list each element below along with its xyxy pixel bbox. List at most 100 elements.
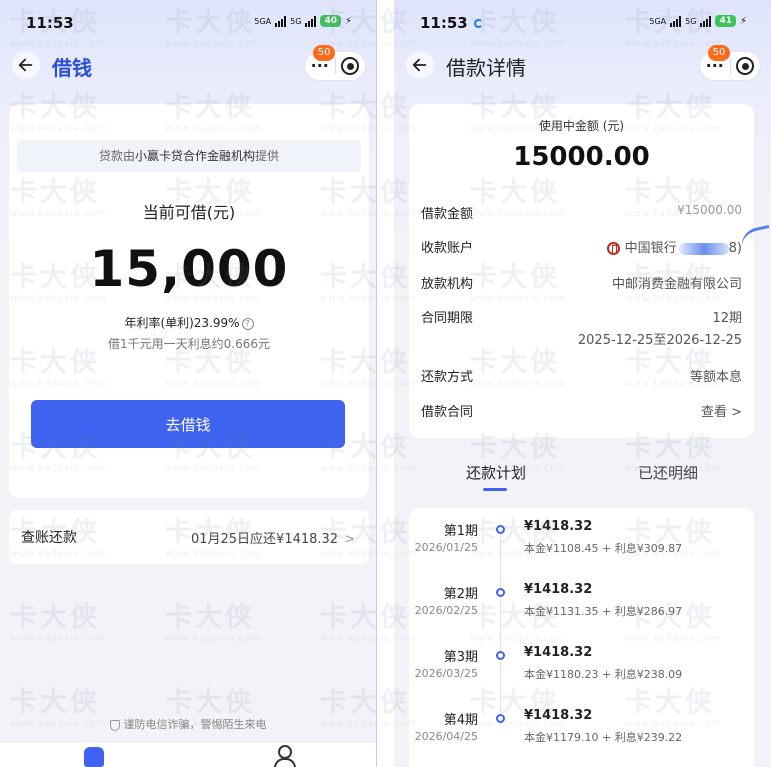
row-value: 中国银行 8) [606, 237, 742, 256]
provider-suffix: 提供 [255, 149, 280, 163]
loan-detail-screen: 11:53 5GA 5G 41 ⚡ 借款详情 ··· 50 使用中金额 (元) … [394, 0, 771, 767]
row-label: 还款方式 [421, 370, 474, 385]
plan-item: 第1期 2026/01/25 ¥1418.32 本金¥1108.45 + 利息¥… [409, 508, 754, 588]
plan-term: 第4期 [443, 713, 478, 728]
signal-icon [670, 15, 682, 27]
interest-rate: 年利率(单利)23.99%? [9, 314, 369, 331]
chevron-right-icon: > [344, 531, 355, 547]
plan-breakdown: 本金¥1180.23 + 利息¥238.09 [524, 668, 683, 681]
timeline-dot [496, 525, 505, 534]
signal-icon-2 [305, 15, 317, 27]
network-label: 5GA [254, 16, 272, 26]
status-icons: 5GA 5G 40 ⚡ [254, 15, 352, 27]
row-value: 中邮消费金融有限公司 [611, 277, 742, 292]
borrow-button[interactable]: 去借钱 [31, 400, 345, 448]
signal-icon [275, 15, 287, 27]
repayment-plan-list: 第1期 2026/01/25 ¥1418.32 本金¥1108.45 + 利息¥… [409, 508, 754, 767]
timeline-dot [496, 714, 505, 723]
network-label: 5GA [649, 16, 667, 26]
provider-note: 贷款由小赢卡贷合作金融机构提供 [17, 140, 361, 172]
plan-amount: ¥1418.32 [524, 708, 593, 723]
page-title: 借钱 [52, 56, 92, 80]
close-button[interactable] [336, 57, 366, 75]
mini-program-capsule: ··· 50 [699, 45, 761, 81]
tab-paid-details[interactable]: 已还明细 [638, 462, 698, 483]
timeline-dot [496, 651, 505, 660]
status-time-text: 11:53 [420, 14, 468, 32]
battery-icon: 41 [715, 15, 736, 27]
used-amount-label: 使用中金额 (元) [538, 119, 625, 133]
target-close-icon [341, 57, 360, 75]
network-label-2: 5G [290, 16, 302, 26]
mini-program-capsule: ··· 50 [304, 45, 366, 81]
anti-fraud-text: 谨防电信诈骗，警惕陌生来电 [123, 718, 267, 731]
plan-date: 2026/03/25 [414, 667, 478, 680]
available-amount: 15,000 [89, 240, 289, 298]
plan-term: 第1期 [443, 524, 478, 539]
charging-icon: ⚡ [344, 15, 352, 27]
rate-text: 年利率(单利)23.99% [124, 316, 240, 330]
status-time: 11:53 [420, 14, 483, 32]
loan-detail-card: 使用中金额 (元) 15000.00 借款金额 ¥15000.00 收款账户 中… [409, 104, 754, 438]
back-button[interactable] [406, 51, 434, 79]
plan-item: 第3期 2026/03/25 ¥1418.32 本金¥1180.23 + 利息¥… [409, 634, 754, 714]
term-range: 2025-12-25至2026-12-25 [577, 333, 742, 348]
row-value: ¥15000.00 [677, 203, 742, 217]
question-circle-icon[interactable]: ? [241, 317, 254, 330]
row-label: 放款机构 [421, 277, 474, 292]
status-icons: 5GA 5G 41 ⚡ [649, 15, 747, 27]
plan-date: 2026/01/25 [414, 541, 478, 554]
repay-due-wrap: 01月25日应还¥1418.32 > [191, 528, 355, 547]
plan-amount: ¥1418.32 [524, 582, 593, 597]
row-label: 借款合同 [421, 405, 474, 420]
row-label: 借款金额 [421, 207, 474, 222]
tab-repayment-plan[interactable]: 还款计划 [466, 462, 526, 483]
credit-card-panel: 贷款由小赢卡贷合作金融机构提供 当前可借(元) 15,000 年利率(单利)23… [9, 104, 369, 498]
status-bar: 11:53 5GA 5G 40 ⚡ [0, 12, 376, 36]
nav-bar: 借款详情 ··· 50 [394, 45, 771, 82]
charging-icon: ⚡ [739, 15, 747, 27]
back-button[interactable] [12, 51, 40, 79]
account-tail: 8) [728, 241, 742, 256]
used-amount: 15000.00 [513, 142, 650, 172]
plan-date: 2026/04/25 [414, 730, 478, 743]
notification-badge: 50 [313, 45, 335, 61]
close-button[interactable] [731, 57, 761, 75]
shield-icon [109, 719, 120, 731]
repay-due: 01月25日应还¥1418.32 [190, 531, 339, 547]
timeline-dot [496, 588, 505, 597]
contract-link[interactable]: 查看 > [701, 401, 742, 420]
row-value: 12期 [712, 311, 742, 326]
plan-amount: ¥1418.32 [524, 519, 593, 534]
plan-item: 第2期 2026/02/25 ¥1418.32 本金¥1131.35 + 利息¥… [409, 571, 754, 651]
interest-note: 借1千元用一天利息约0.666元 [108, 337, 270, 351]
arrow-left-icon [412, 58, 427, 72]
battery-icon: 40 [320, 15, 341, 27]
row-label: 收款账户 [421, 241, 474, 256]
view-contract-text: 查看 [700, 405, 727, 420]
active-tab-indicator [483, 488, 507, 491]
network-label-2: 5G [685, 16, 697, 26]
bank-name: 中国银行 [624, 241, 677, 256]
bottom-tab-bar [0, 743, 376, 767]
repay-entry[interactable]: 查账还款 01月25日应还¥1418.32 > [9, 510, 369, 564]
sync-icon [473, 19, 483, 28]
bank-of-china-icon [606, 242, 620, 255]
provider-name: 小赢卡贷合作金融机构 [134, 149, 255, 163]
status-bar: 11:53 5GA 5G 41 ⚡ [394, 12, 771, 36]
plan-term: 第2期 [443, 587, 478, 602]
plan-date: 2026/02/25 [414, 604, 478, 617]
notification-badge: 50 [708, 45, 730, 61]
row-value: 等额本息 [689, 370, 742, 385]
screen-divider [376, 0, 377, 767]
home-icon[interactable] [84, 747, 104, 767]
nav-bar: 借钱 ··· 50 [0, 45, 376, 82]
plan-amount: ¥1418.32 [524, 645, 593, 660]
user-icon[interactable] [273, 745, 296, 767]
arrow-left-icon [18, 58, 33, 72]
plan-breakdown: 本金¥1131.35 + 利息¥286.97 [524, 605, 683, 618]
plan-item: 第4期 2026/04/25 ¥1418.32 本金¥1179.10 + 利息¥… [409, 697, 754, 760]
signal-icon-2 [700, 15, 712, 27]
chevron-right-icon: > [731, 405, 742, 420]
plan-breakdown: 本金¥1179.10 + 利息¥239.22 [524, 731, 683, 744]
